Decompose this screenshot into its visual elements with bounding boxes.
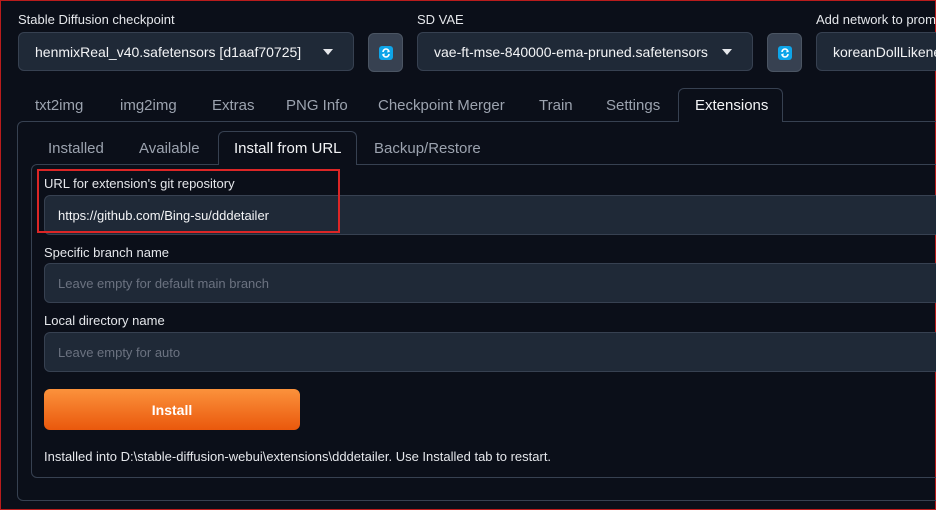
dir-placeholder: Leave empty for auto bbox=[58, 344, 181, 360]
install-status: Installed into D:\stable-diffusion-webui… bbox=[44, 449, 552, 464]
chevron-down-icon bbox=[323, 49, 333, 55]
refresh-icon bbox=[378, 45, 393, 60]
tab-png-info[interactable]: PNG Info bbox=[286, 97, 348, 114]
checkpoint-dropdown[interactable]: henmixReal_v40.safetensors [d1aaf70725] bbox=[18, 32, 354, 71]
tab-backup-restore[interactable]: Backup/Restore bbox=[374, 140, 481, 157]
network-dropdown[interactable]: koreanDollLikene bbox=[816, 32, 936, 71]
tab-train[interactable]: Train bbox=[539, 97, 573, 114]
chevron-down-icon bbox=[722, 49, 732, 55]
vae-dropdown[interactable]: vae-ft-mse-840000-ema-pruned.safetensors bbox=[417, 32, 753, 71]
tab-gap bbox=[679, 120, 782, 123]
branch-label: Specific branch name bbox=[44, 245, 170, 260]
branch-input[interactable]: Leave empty for default main branch bbox=[44, 263, 936, 303]
tab-img2img[interactable]: img2img bbox=[120, 97, 177, 114]
network-value: koreanDollLikene bbox=[833, 43, 936, 60]
subtab-gap bbox=[219, 163, 356, 166]
dir-input[interactable]: Leave empty for auto bbox=[44, 332, 936, 372]
network-label: Add network to prom bbox=[816, 12, 936, 27]
vae-value: vae-ft-mse-840000-ema-pruned.safetensors bbox=[434, 43, 708, 60]
vae-refresh-button[interactable] bbox=[767, 33, 802, 72]
tab-extras[interactable]: Extras bbox=[212, 97, 255, 114]
tab-installed[interactable]: Installed bbox=[48, 140, 104, 157]
tab-extensions[interactable]: Extensions bbox=[695, 97, 768, 114]
checkpoint-refresh-button[interactable] bbox=[368, 33, 403, 72]
branch-placeholder: Leave empty for default main branch bbox=[58, 275, 270, 291]
highlight-box bbox=[37, 169, 340, 233]
tab-install-from-url[interactable]: Install from URL bbox=[234, 140, 342, 157]
refresh-icon bbox=[777, 45, 792, 60]
dir-label: Local directory name bbox=[44, 313, 165, 328]
tab-available[interactable]: Available bbox=[139, 140, 200, 157]
tab-settings[interactable]: Settings bbox=[606, 97, 660, 114]
checkpoint-value: henmixReal_v40.safetensors [d1aaf70725] bbox=[35, 43, 302, 60]
install-button[interactable]: Install bbox=[44, 389, 300, 430]
tab-txt2img[interactable]: txt2img bbox=[35, 97, 83, 114]
vae-label: SD VAE bbox=[417, 12, 464, 27]
checkpoint-label: Stable Diffusion checkpoint bbox=[18, 12, 175, 27]
tab-checkpoint-merger[interactable]: Checkpoint Merger bbox=[378, 97, 505, 114]
